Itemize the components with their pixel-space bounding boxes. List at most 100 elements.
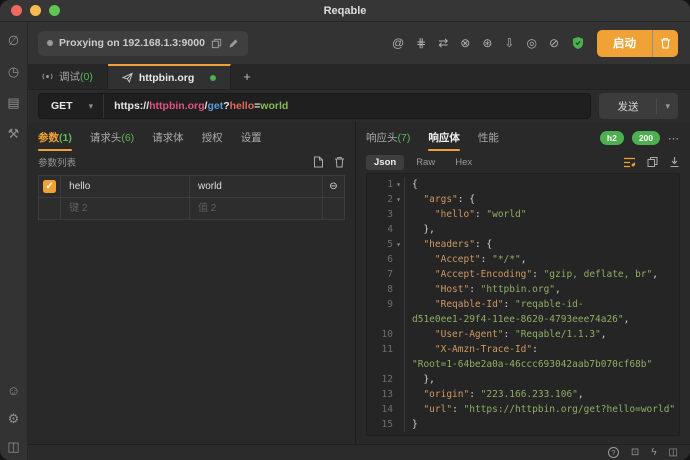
account-icon[interactable]: ☺	[7, 384, 20, 398]
new-file-icon[interactable]	[313, 156, 324, 168]
certificate-shield-icon[interactable]	[571, 36, 585, 50]
url-segment: get	[207, 100, 223, 112]
tab-httpbin[interactable]: httpbin.org	[108, 64, 231, 89]
url-segment: world	[260, 100, 288, 112]
url-field: GET ▾ https://httpbin.org/get?hello=worl…	[38, 93, 591, 119]
param-row: ✓ ⊖	[39, 176, 345, 198]
tab-response-headers-count: (7)	[398, 132, 411, 144]
titlebar: Reqable	[0, 0, 690, 22]
chevron-down-icon: ▾	[89, 101, 94, 112]
tab-auth[interactable]: 授权	[202, 125, 223, 151]
code-line: 1▾{	[367, 177, 679, 192]
minimize-button[interactable]	[30, 5, 41, 16]
add-tab-button[interactable]: +	[231, 64, 263, 89]
tab-auth-label: 授权	[202, 130, 223, 145]
download-body-icon[interactable]	[669, 156, 680, 168]
code-lines: 1▾{2▾ "args": {3 "hello": "world"4 },5▾ …	[367, 177, 679, 432]
more-options-icon[interactable]: ⋯	[668, 132, 680, 145]
edit-pencil-icon[interactable]	[228, 38, 239, 49]
copy-body-icon[interactable]	[647, 156, 658, 168]
request-panel-tabs: 参数(1) 请求头(6) 请求体 授权 设置	[38, 125, 345, 151]
param-value-input-2[interactable]	[190, 199, 322, 219]
tab-request-body[interactable]: 请求体	[152, 125, 184, 151]
word-wrap-icon[interactable]	[623, 157, 636, 168]
feedback-icon[interactable]: ⊡	[631, 447, 639, 458]
reverse-proxy-icon[interactable]: ⊘	[549, 37, 559, 50]
tab-request-headers-count: (6)	[121, 132, 134, 144]
proxy-status[interactable]: Proxying on 192.168.1.3:9000	[38, 31, 248, 56]
tab-debug-label: 调试	[59, 71, 80, 83]
help-icon[interactable]: ?	[608, 447, 619, 458]
upgrade-icon[interactable]: ϟ	[651, 447, 656, 458]
throttle-off-icon[interactable]: ⊛	[482, 37, 492, 50]
layout-icon[interactable]: ◫	[669, 447, 678, 458]
param-table: ✓ ⊖	[38, 175, 345, 220]
tab-debug[interactable]: 调试(0)	[28, 64, 108, 89]
rewrite-icon[interactable]: ⇄	[438, 37, 448, 50]
zoom-button[interactable]	[49, 5, 60, 16]
mock-off-icon[interactable]: ⊗	[460, 37, 470, 50]
view-tab-json[interactable]: Json	[366, 155, 404, 170]
toolbar: Proxying on 192.168.1.3:9000 @ ⋕ ⇄ ⊗ ⊛ ⇩ ◎ ⊘ 启动	[28, 22, 690, 64]
copy-icon[interactable]	[211, 38, 222, 49]
close-button[interactable]	[11, 5, 22, 16]
toolbar-icon-group: @ ⋕ ⇄ ⊗ ⊛ ⇩ ◎ ⊘	[392, 37, 571, 50]
access-control-icon[interactable]: @	[392, 37, 404, 50]
code-line: 12 },	[367, 372, 679, 387]
param-checkbox-unchecked[interactable]	[43, 202, 56, 215]
tab-settings[interactable]: 设置	[241, 125, 262, 151]
history-icon[interactable]: ◷	[8, 65, 19, 79]
tab-params[interactable]: 参数(1)	[38, 125, 72, 151]
traffic-icon[interactable]: ∅	[8, 34, 19, 48]
code-line: 9 "Reqable-Id": "reqable-id-	[367, 297, 679, 312]
settings-icon[interactable]: ⚙	[8, 412, 20, 426]
method-select[interactable]: GET ▾	[39, 94, 104, 118]
tab-request-headers-label: 请求头	[90, 130, 122, 145]
url-segment: hello	[230, 100, 255, 112]
tab-request-headers[interactable]: 请求头(6)	[90, 125, 134, 151]
paper-plane-icon	[122, 72, 133, 83]
param-value-input[interactable]	[190, 177, 322, 197]
trash-icon	[660, 37, 671, 49]
tab-response-headers[interactable]: 响应头(7)	[366, 125, 410, 151]
reqable-window: Reqable ∅ ◷ ▤ ⚒ ☺ ⚙ ◫ Proxying on 192.168.1.3…	[0, 0, 690, 460]
response-body-editor[interactable]: 1▾{2▾ "args": {3 "hello": "world"4 },5▾ …	[366, 173, 680, 436]
clear-session-button[interactable]	[653, 30, 678, 57]
breakpoint-icon[interactable]: ⋕	[416, 37, 426, 50]
tab-request-body-label: 请求体	[152, 130, 184, 145]
param-row-empty	[39, 198, 345, 220]
url-segment: httpbin.org	[149, 100, 204, 112]
record-icon[interactable]: ◎	[526, 37, 536, 50]
param-key-input-2[interactable]	[61, 199, 189, 219]
method-label: GET	[51, 100, 73, 112]
param-key-input[interactable]	[61, 177, 189, 197]
tab-performance[interactable]: 性能	[478, 125, 499, 151]
code-line: 13 "origin": "223.166.233.106",	[367, 387, 679, 402]
collections-icon[interactable]: ▤	[7, 96, 19, 110]
sidebar-toggle-icon[interactable]: ◫	[7, 440, 19, 454]
code-line: "Root=1-64be2a0a-46ccc693042aab7b070cf68…	[367, 357, 679, 372]
tab-httpbin-label: httpbin.org	[139, 72, 194, 84]
start-capture-button[interactable]: 启动	[597, 30, 678, 57]
param-list-title: 参数列表	[38, 155, 76, 169]
view-tab-raw[interactable]: Raw	[408, 155, 443, 170]
code-line: 8 "Host": "httpbin.org",	[367, 282, 679, 297]
view-tab-hex[interactable]: Hex	[447, 155, 480, 170]
sidebar-bottom-group: ☺ ⚙ ◫	[7, 384, 20, 456]
delete-all-icon[interactable]	[334, 156, 345, 168]
tab-response-body-label: 响应体	[428, 130, 460, 145]
send-button[interactable]: 发送 ▾	[599, 93, 678, 119]
tab-response-body[interactable]: 响应体	[428, 125, 460, 151]
antenna-icon	[42, 71, 53, 82]
download-icon[interactable]: ⇩	[504, 37, 514, 50]
sidebar-top-group: ∅ ◷ ▤ ⚒	[7, 34, 19, 141]
sidebar: ∅ ◷ ▤ ⚒ ☺ ⚙ ◫	[0, 22, 28, 460]
start-capture-label: 启动	[597, 30, 652, 57]
tab-response-headers-label: 响应头	[366, 130, 398, 145]
url-input[interactable]: https://httpbin.org/get?hello=world	[104, 94, 298, 118]
remove-row-icon[interactable]: ⊖	[329, 181, 337, 192]
send-options-button[interactable]: ▾	[657, 93, 678, 119]
tab-params-label: 参数	[38, 130, 59, 145]
toolbox-icon[interactable]: ⚒	[8, 127, 20, 141]
param-checkbox-checked[interactable]: ✓	[43, 180, 56, 193]
